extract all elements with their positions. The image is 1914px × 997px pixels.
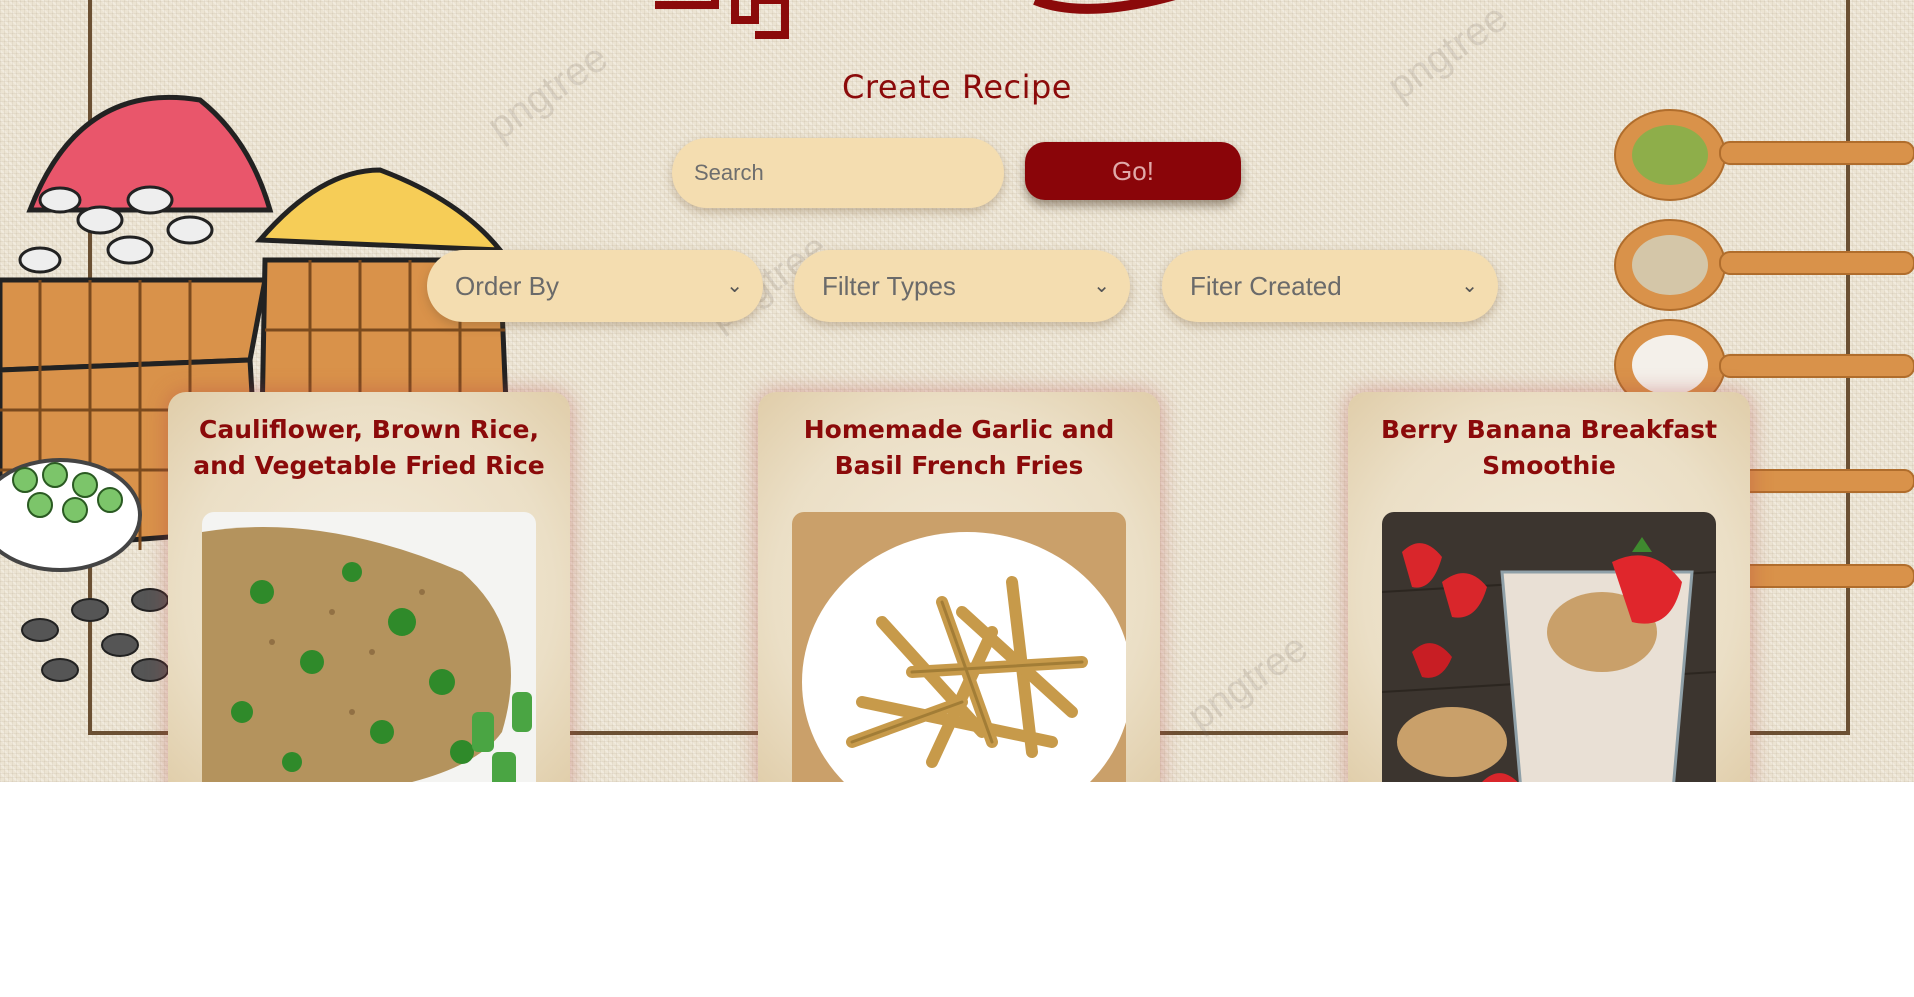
recipe-title[interactable]: Homemade Garlic and Basil French Fries (770, 408, 1148, 488)
recipe-card[interactable]: Berry Banana Breakfast Smoothie (1348, 392, 1750, 782)
recipe-card[interactable]: Homemade Garlic and Basil French Fries (758, 392, 1160, 782)
recipe-title[interactable]: Berry Banana Breakfast Smoothie (1360, 408, 1738, 488)
recipe-card[interactable]: Cauliflower, Brown Rice, and Vegetable F… (168, 392, 570, 782)
create-recipe-link[interactable]: Create Recipe (0, 68, 1914, 106)
chevron-down-icon: ⌄ (726, 275, 743, 297)
filter-types-label: Filter Types (822, 271, 956, 301)
search-input[interactable] (672, 138, 1004, 208)
chevron-down-icon: ⌄ (1093, 275, 1110, 297)
page-background: pngtree pngtree pngtree pngtree Create R… (0, 0, 1914, 782)
chevron-down-icon: ⌄ (1461, 275, 1478, 297)
order-by-label: Order By (455, 271, 560, 301)
search-go-button[interactable]: Go! (1025, 142, 1241, 200)
filter-created-select[interactable]: Fiter Created ⌄ (1162, 250, 1498, 322)
order-by-select[interactable]: Order By ⌄ (427, 250, 763, 322)
site-logo (655, 0, 1176, 39)
fried-rice-photo[interactable] (202, 512, 536, 782)
smoothie-photo[interactable] (1382, 512, 1716, 782)
filter-created-label: Fiter Created (1190, 271, 1342, 301)
recipe-title[interactable]: Cauliflower, Brown Rice, and Vegetable F… (180, 408, 558, 488)
filter-types-select[interactable]: Filter Types ⌄ (794, 250, 1130, 322)
french-fries-photo[interactable] (792, 512, 1126, 782)
